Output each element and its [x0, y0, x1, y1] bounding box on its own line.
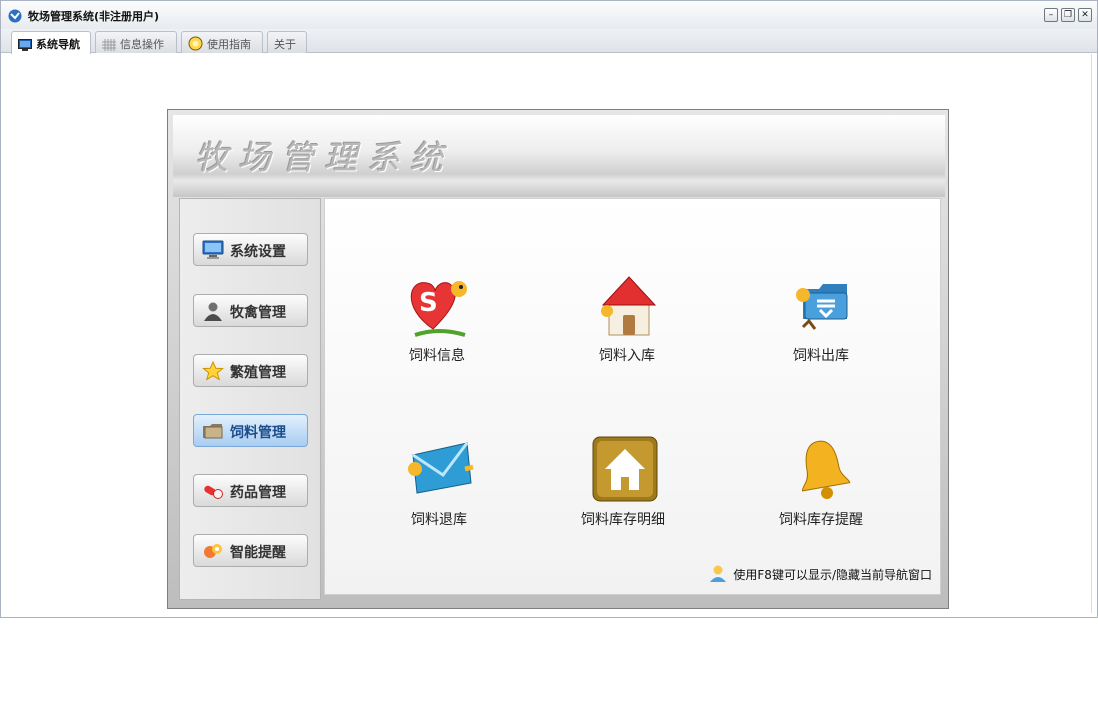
tile-feed-stock-out[interactable]: 饲料出库 [761, 271, 881, 381]
tile-label: 饲料出库 [793, 348, 849, 364]
bell-icon [801, 440, 851, 499]
tile-feed-return[interactable]: 饲料退库 [379, 435, 499, 545]
sidebar: 系统设置 牧禽管理 繁殖管理 饲料管理 药品管理 智能提醒 [179, 198, 321, 600]
tab-info-operation[interactable]: 信息操作 [95, 31, 177, 53]
function-area: S 饲料信息 饲料入库 饲料出库 饲料退库 饲料库存明细 饲料库存提醒 使用F8… [324, 198, 941, 595]
app-logo-icon [8, 9, 22, 23]
banner-title: 牧场管理系统 [195, 138, 453, 177]
close-button[interactable]: ✕ [1078, 8, 1092, 22]
tab-label: 信息操作 [120, 38, 164, 51]
heart-bird-icon: S [410, 281, 467, 337]
sidebar-item-feed[interactable]: 饲料管理 [193, 414, 308, 447]
sidebar-item-smart-reminder[interactable]: 智能提醒 [193, 534, 308, 567]
tab-strip: 系统导航 信息操作 使用指南 关于 [1, 29, 1097, 54]
tile-feed-stock-reminder[interactable]: 饲料库存提醒 [761, 435, 881, 545]
restore-icon: ❐ [1063, 10, 1073, 20]
monitor-icon [202, 240, 224, 259]
tile-label: 饲料退库 [411, 512, 467, 528]
sidebar-item-system-settings[interactable]: 系统设置 [193, 233, 308, 266]
close-icon: ✕ [1081, 10, 1089, 20]
folder-download-icon [796, 284, 848, 330]
envelope-icon [408, 442, 474, 494]
pill-icon [204, 485, 223, 499]
folder-icon [203, 424, 223, 439]
sidebar-item-label: 繁殖管理 [230, 365, 286, 381]
banner: 牧场管理系统 [173, 115, 945, 197]
restore-button[interactable]: ❐ [1061, 8, 1075, 22]
svg-text:S: S [419, 288, 438, 318]
tile-feed-stock-detail[interactable]: 饲料库存明细 [563, 435, 683, 545]
window-title: 牧场管理系统(非注册用户) [28, 10, 160, 23]
sidebar-item-breeding[interactable]: 繁殖管理 [193, 354, 308, 387]
tile-feed-stock-in[interactable]: 饲料入库 [567, 271, 687, 381]
navigation-panel: 牧场管理系统 系统设置 牧禽管理 繁殖管理 饲料管理 药品管理 智能提醒 S 饲… [167, 109, 949, 609]
help-circle-icon [188, 36, 203, 51]
tile-label: 饲料入库 [599, 348, 655, 364]
tile-feed-info[interactable]: S 饲料信息 [377, 271, 497, 381]
tile-label: 饲料库存明细 [581, 512, 665, 528]
tile-label: 饲料信息 [409, 348, 465, 364]
tab-system-navigation[interactable]: 系统导航 [11, 31, 91, 54]
tab-about[interactable]: 关于 [267, 31, 307, 53]
house-icon [601, 276, 657, 336]
sidebar-item-label: 智能提醒 [230, 545, 286, 561]
tab-user-guide[interactable]: 使用指南 [181, 31, 263, 53]
hint-label: 使用F8键可以显示/隐藏当前导航窗口 [733, 568, 932, 582]
hint-text: 使用F8键可以显示/隐藏当前导航窗口 [708, 564, 932, 584]
tab-label: 使用指南 [207, 38, 251, 51]
sidebar-item-label: 药品管理 [230, 485, 286, 501]
sidebar-item-label: 系统设置 [230, 244, 286, 260]
sidebar-item-label: 饲料管理 [230, 425, 286, 441]
user-tip-icon [710, 565, 727, 582]
grid-icon [102, 39, 116, 51]
tile-label: 饲料库存提醒 [779, 512, 863, 528]
star-icon [202, 361, 224, 381]
sidebar-item-medicine[interactable]: 药品管理 [193, 474, 308, 507]
minimize-button[interactable]: – [1044, 8, 1058, 22]
tab-label: 关于 [274, 38, 296, 51]
tab-label: 系统导航 [36, 38, 80, 51]
minimize-icon: – [1048, 10, 1054, 20]
sidebar-item-livestock[interactable]: 牧禽管理 [193, 294, 308, 327]
reminder-icon [204, 544, 222, 558]
title-bar: 牧场管理系统(非注册用户) – ❐ ✕ [1, 1, 1097, 29]
person-icon [204, 302, 222, 321]
home-box-icon [592, 436, 658, 502]
sidebar-item-label: 牧禽管理 [230, 305, 286, 321]
monitor-icon [18, 39, 32, 51]
